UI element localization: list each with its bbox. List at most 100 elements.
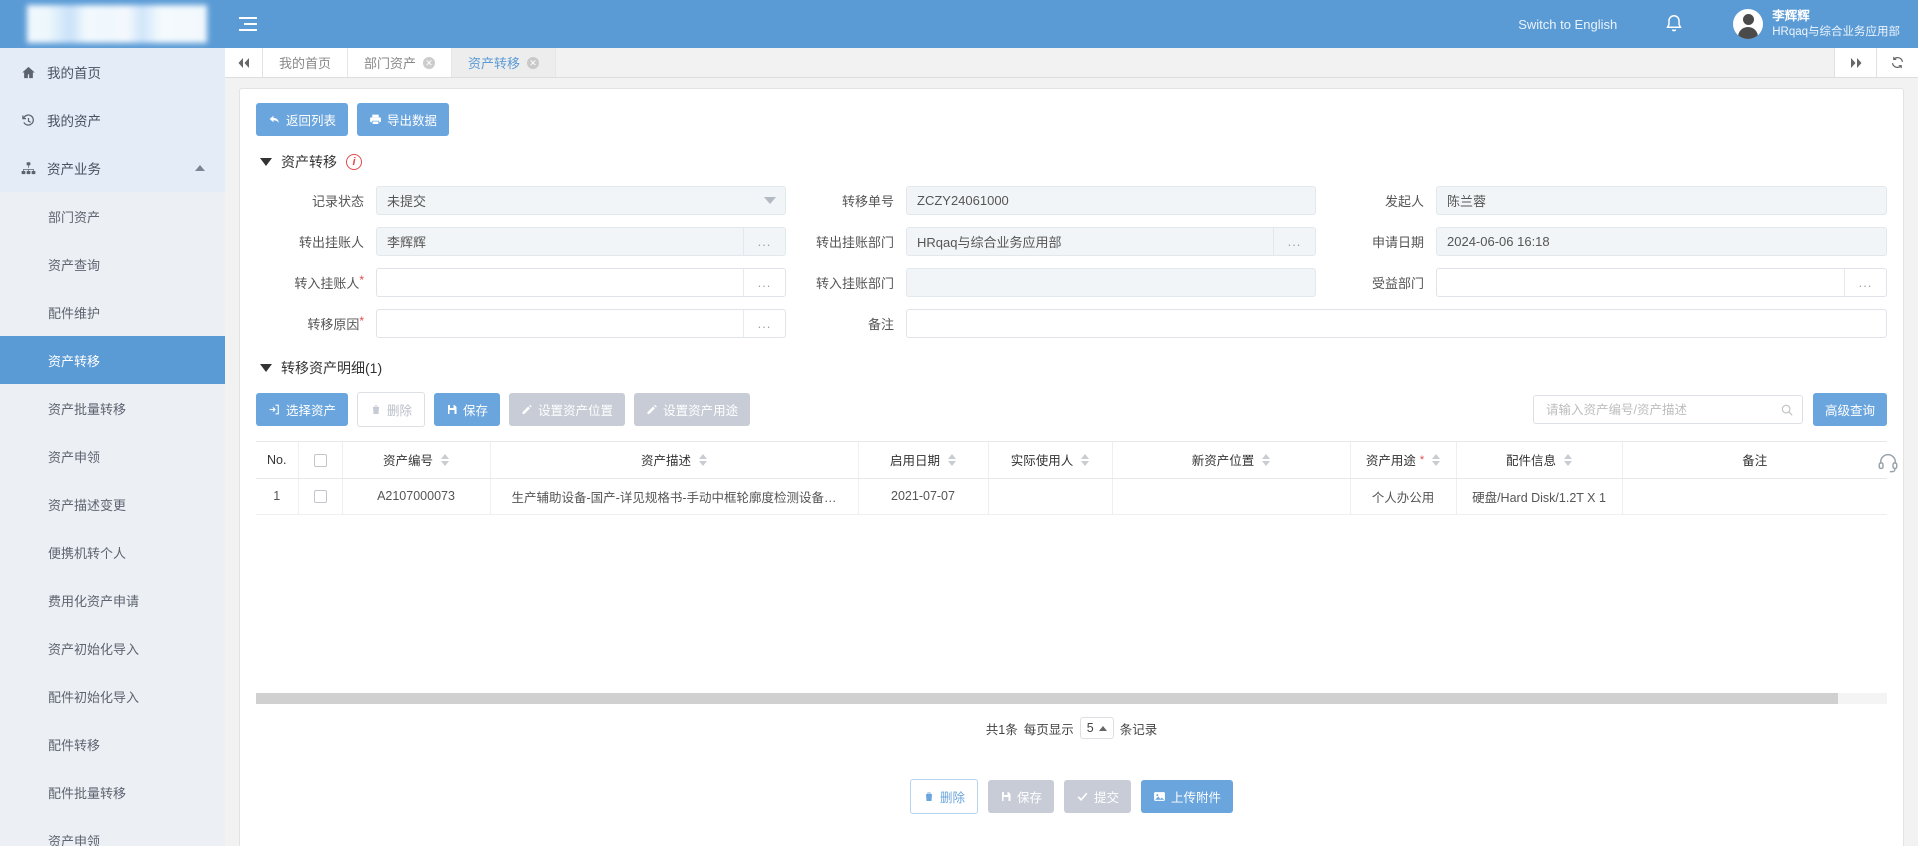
tab-my-home[interactable]: 我的首页 bbox=[263, 48, 349, 77]
sidebar-item-parts-transfer[interactable]: 配件转移 bbox=[0, 720, 225, 768]
search-area: 高级查询 bbox=[1532, 393, 1887, 426]
sort-icon[interactable] bbox=[1564, 453, 1572, 466]
sidebar-item-label: 资产业务 bbox=[47, 162, 101, 177]
sort-icon[interactable] bbox=[1081, 453, 1090, 466]
sidebar-item-asset-desc-change[interactable]: 资产描述变更 bbox=[0, 480, 225, 528]
sidebar-item-expense-asset-apply[interactable]: 费用化资产申请 bbox=[0, 576, 225, 624]
menu-toggle-button[interactable] bbox=[231, 7, 265, 41]
tab-dept-assets[interactable]: 部门资产 ✕ bbox=[348, 48, 453, 77]
row-checkbox[interactable] bbox=[313, 490, 327, 504]
page-size-select[interactable]: 5 bbox=[1079, 717, 1114, 739]
column-new-location[interactable]: 新资产位置 bbox=[1112, 442, 1351, 479]
column-asset-desc[interactable]: 资产描述 bbox=[490, 442, 859, 479]
sidebar-item-asset-request-2[interactable]: 资产申领 bbox=[0, 816, 225, 846]
field-benefit-dept: 受益部门 ... bbox=[1316, 268, 1887, 297]
cell-actual-user[interactable] bbox=[988, 478, 1113, 515]
out-dept-value: HRqaq与综合业务应用部 bbox=[917, 235, 1062, 250]
column-remark: 备注 bbox=[1622, 442, 1887, 479]
asset-detail-table: No. 资产编号 资产描述 启用日期 实际使用人 新资产位置 资产用途 * 配件… bbox=[256, 441, 1887, 515]
detail-section-header[interactable]: 转移资产明细(1) bbox=[260, 358, 1887, 378]
advanced-query-button[interactable]: 高级查询 bbox=[1812, 393, 1887, 426]
sidebar-item-laptop-to-personal[interactable]: 便携机转个人 bbox=[0, 528, 225, 576]
select-asset-button[interactable]: 选择资产 bbox=[256, 393, 349, 426]
reason-picker-button[interactable]: ... bbox=[743, 310, 785, 337]
benefit-dept-picker-button[interactable]: ... bbox=[1844, 269, 1886, 296]
sidebar-item-my-assets[interactable]: 我的资产 bbox=[0, 96, 225, 144]
user-info: 李辉辉 HRqaq与综合业务应用部 bbox=[1772, 9, 1900, 39]
sidebar-item-parts-init-import[interactable]: 配件初始化导入 bbox=[0, 672, 225, 720]
out-dept-picker-button[interactable]: ... bbox=[1273, 228, 1315, 255]
cell-remark[interactable] bbox=[1622, 478, 1887, 515]
in-holder-picker-button[interactable]: ... bbox=[743, 269, 785, 296]
save-detail-button[interactable]: 保存 bbox=[434, 393, 501, 426]
set-asset-usage-button[interactable]: 设置资产用途 bbox=[634, 393, 751, 426]
sidebar-item-label: 资产查询 bbox=[48, 257, 101, 273]
form-section-header[interactable]: 资产转移 i bbox=[260, 152, 1887, 172]
double-left-icon[interactable] bbox=[225, 48, 263, 77]
column-usage[interactable]: 资产用途 * bbox=[1350, 442, 1457, 479]
sidebar-item-dept-assets[interactable]: 部门资产 bbox=[0, 192, 225, 240]
double-right-icon[interactable] bbox=[1834, 48, 1876, 77]
delete-detail-button[interactable]: 删除 bbox=[357, 392, 426, 427]
tab-asset-transfer[interactable]: 资产转移 ✕ bbox=[452, 48, 557, 77]
sidebar-item-asset-init-import[interactable]: 资产初始化导入 bbox=[0, 624, 225, 672]
out-holder-picker-button[interactable]: ... bbox=[743, 228, 785, 255]
reason-input[interactable]: ... bbox=[376, 309, 786, 338]
asset-search-box[interactable] bbox=[1532, 395, 1803, 424]
sidebar-item-parts-maintenance[interactable]: 配件维护 bbox=[0, 288, 225, 336]
delete-button[interactable]: 删除 bbox=[909, 779, 978, 814]
refresh-icon[interactable] bbox=[1876, 48, 1918, 77]
sidebar-item-asset-request[interactable]: 资产申领 bbox=[0, 432, 225, 480]
column-label: No. bbox=[267, 452, 287, 467]
in-holder-input[interactable]: ... bbox=[376, 268, 786, 297]
sidebar-item-parts-batch-transfer[interactable]: 配件批量转移 bbox=[0, 768, 225, 816]
select-all-checkbox[interactable] bbox=[313, 453, 327, 467]
benefit-dept-input[interactable]: ... bbox=[1436, 268, 1887, 297]
info-icon[interactable]: i bbox=[346, 154, 362, 170]
cell-new-location[interactable] bbox=[1112, 478, 1351, 515]
field-label: 转移原因* bbox=[256, 314, 376, 333]
detail-toolbar: 选择资产 删除 保存 设置资产位置 设置资产用途 请输入资产编号/资产描述 高级… bbox=[256, 392, 1887, 427]
submit-button[interactable]: 提交 bbox=[1064, 780, 1132, 813]
sidebar-item-home[interactable]: 我的首页 bbox=[0, 48, 225, 96]
column-parts-info[interactable]: 配件信息 bbox=[1456, 442, 1623, 479]
table-row[interactable]: 1 A2107000073 生产辅助设备-国产-详见规格书-手动中框轮廓度检测设… bbox=[256, 478, 1887, 515]
sidebar-item-asset-query[interactable]: 资产查询 bbox=[0, 240, 225, 288]
sidebar-item-asset-batch-transfer[interactable]: 资产批量转移 bbox=[0, 384, 225, 432]
sort-icon[interactable] bbox=[948, 453, 956, 466]
required-marker: * bbox=[1419, 453, 1425, 466]
out-dept-input[interactable]: HRqaq与综合业务应用部 ... bbox=[906, 227, 1316, 256]
close-icon[interactable]: ✕ bbox=[423, 56, 436, 69]
sort-icon[interactable] bbox=[1432, 453, 1441, 466]
column-actual-user[interactable]: 实际使用人 bbox=[988, 442, 1113, 479]
cell-usage[interactable]: 个人办公用 bbox=[1350, 478, 1457, 515]
search-input[interactable] bbox=[1545, 402, 1780, 417]
sort-icon[interactable] bbox=[441, 453, 449, 466]
user-menu[interactable]: 李辉辉 HRqaq与综合业务应用部 bbox=[1733, 9, 1900, 39]
sidebar-item-asset-business[interactable]: 资产业务 bbox=[0, 144, 225, 192]
headset-icon[interactable] bbox=[1877, 451, 1899, 473]
scrollbar-thumb[interactable] bbox=[256, 693, 1839, 704]
save-button[interactable]: 保存 bbox=[987, 780, 1054, 813]
table-horizontal-scrollbar[interactable] bbox=[256, 693, 1887, 704]
sidebar-item-label: 便携机转个人 bbox=[48, 545, 127, 561]
chevron-down-icon[interactable] bbox=[755, 197, 785, 204]
sidebar-item-label: 配件维护 bbox=[48, 305, 101, 321]
out-holder-input[interactable]: 李辉辉 ... bbox=[376, 227, 786, 256]
close-icon[interactable]: ✕ bbox=[527, 56, 540, 69]
upload-attachment-button[interactable]: 上传附件 bbox=[1141, 780, 1234, 813]
switch-language-link[interactable]: Switch to English bbox=[1518, 17, 1617, 32]
sort-icon[interactable] bbox=[1262, 453, 1271, 466]
sort-icon[interactable] bbox=[699, 453, 707, 466]
bell-icon[interactable] bbox=[1663, 13, 1685, 35]
column-asset-no[interactable]: 资产编号 bbox=[342, 442, 491, 479]
select-asset-label: 选择资产 bbox=[286, 404, 337, 418]
search-icon[interactable] bbox=[1780, 403, 1794, 417]
back-to-list-button[interactable]: 返回列表 bbox=[256, 103, 349, 136]
export-data-button[interactable]: 导出数据 bbox=[357, 103, 450, 136]
set-asset-location-button[interactable]: 设置资产位置 bbox=[509, 393, 626, 426]
column-enable-date[interactable]: 启用日期 bbox=[858, 442, 989, 479]
record-status-select[interactable]: 未提交 bbox=[376, 186, 786, 215]
remark-input[interactable] bbox=[906, 309, 1887, 338]
sidebar-item-asset-transfer[interactable]: 资产转移 bbox=[0, 336, 225, 384]
